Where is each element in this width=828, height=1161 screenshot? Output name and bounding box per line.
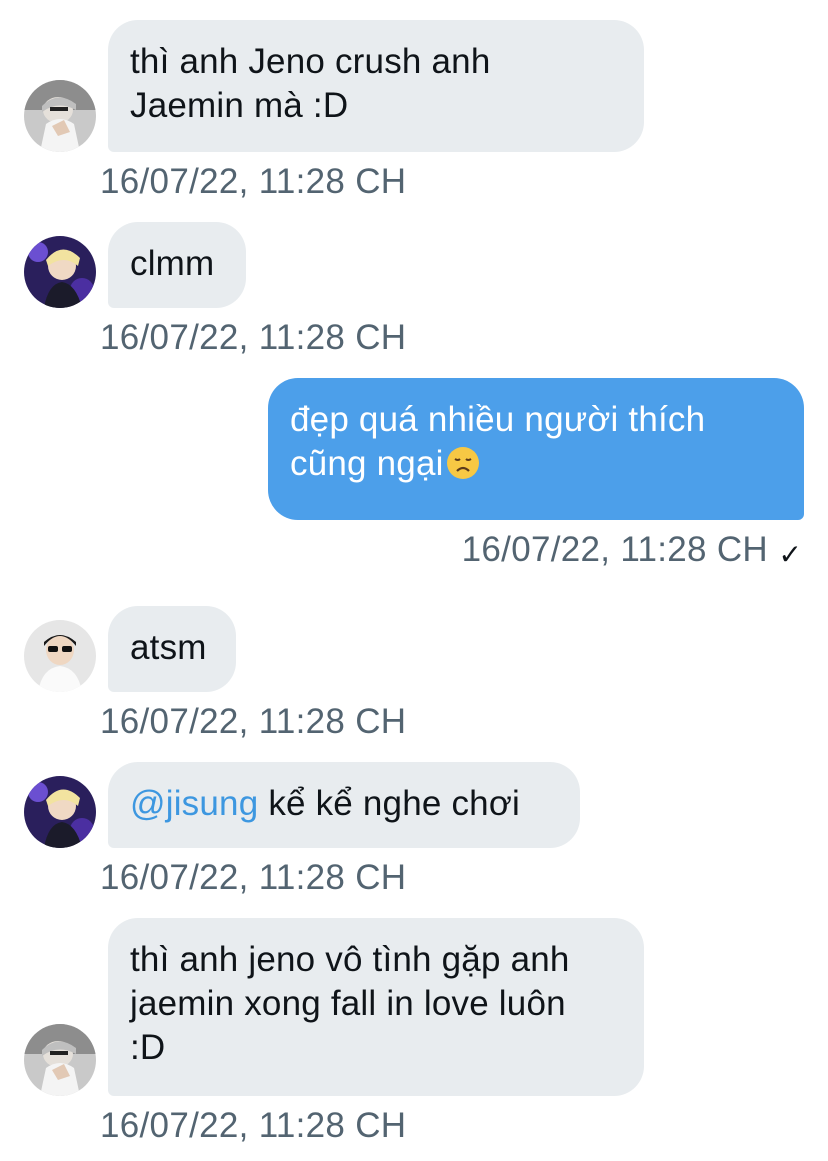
- avatar[interactable]: [24, 236, 96, 308]
- message-text: atsm: [130, 628, 207, 667]
- message-text: thì anh jeno vô tình gặp anh: [130, 940, 570, 979]
- chat-thread: thì anh Jeno crush anh Jaemin mà :D 16/0…: [0, 0, 828, 1161]
- message-bubble[interactable]: atsm: [108, 606, 236, 692]
- avatar[interactable]: [24, 80, 96, 152]
- message-text: :D: [130, 1028, 166, 1067]
- message-timestamp: 16/07/22, 11:28 CH: [461, 530, 768, 569]
- message-timestamp: 16/07/22, 11:28 CH: [100, 702, 407, 741]
- avatar[interactable]: [24, 1024, 96, 1096]
- disappointed-face-icon: [446, 447, 479, 479]
- message-bubble[interactable]: đẹp quá nhiều người thích cũng ngại: [268, 378, 804, 520]
- avatar-photo-icon: [24, 1024, 96, 1096]
- message-text: Jaemin mà :D: [130, 86, 349, 125]
- message-text: thì anh Jeno crush anh: [130, 42, 491, 81]
- message-timestamp: 16/07/22, 11:28 CH: [100, 162, 407, 201]
- message-bubble[interactable]: thì anh jeno vô tình gặp anh jaemin xong…: [108, 918, 644, 1096]
- avatar[interactable]: [24, 776, 96, 848]
- avatar-photo-icon: [24, 620, 96, 692]
- check-icon: ✓: [778, 539, 802, 570]
- message-text: kể kể nghe chơi: [258, 784, 520, 823]
- avatar[interactable]: [24, 620, 96, 692]
- message-timestamp: 16/07/22, 11:28 CH: [100, 318, 407, 357]
- message-text: clmm: [130, 244, 215, 283]
- message-text: jaemin xong fall in love luôn: [130, 984, 566, 1023]
- message-bubble[interactable]: thì anh Jeno crush anh Jaemin mà :D: [108, 20, 644, 152]
- message-timestamp: 16/07/22, 11:28 CH: [100, 858, 407, 897]
- mention-link[interactable]: @jisung: [130, 784, 258, 823]
- message-text: đẹp quá nhiều người thích: [290, 400, 706, 439]
- message-timestamp: 16/07/22, 11:28 CH: [100, 1106, 407, 1145]
- avatar-photo-icon: [24, 236, 96, 308]
- message-text: cũng ngại: [290, 444, 444, 483]
- message-bubble[interactable]: @jisung kể kể nghe chơi: [108, 762, 580, 848]
- avatar-photo-icon: [24, 80, 96, 152]
- avatar-photo-icon: [24, 776, 96, 848]
- message-bubble[interactable]: clmm: [108, 222, 246, 308]
